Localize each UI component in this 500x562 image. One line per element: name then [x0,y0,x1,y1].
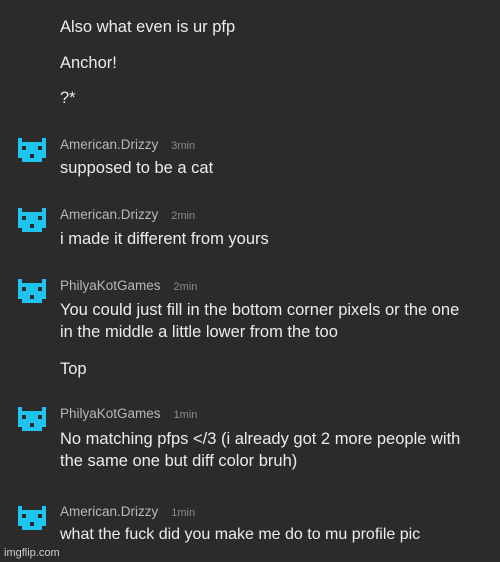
pixel-cat-icon [18,279,46,303]
message-header: American.Drizzy 2min [60,207,195,223]
message-text: Also what even is ur pfp [60,18,236,36]
message-text: No matching pfps </3 (i already got 2 mo… [60,430,461,470]
message-text: what the fuck did you make me do to mu p… [60,526,421,543]
username[interactable]: American.Drizzy [60,207,158,222]
message-text: Top [60,360,87,378]
username[interactable]: PhilyaKotGames [60,406,161,421]
timestamp: 1min [173,409,198,421]
message-header: American.Drizzy 1min [60,504,195,520]
message-text: supposed to be a cat [60,159,214,177]
message-header: American.Drizzy 3min [60,137,195,153]
message-header: PhilyaKotGames 1min [60,406,197,422]
avatar[interactable] [18,405,46,433]
timestamp: 2min [171,210,196,222]
username[interactable]: American.Drizzy [60,137,158,152]
avatar[interactable] [18,136,46,164]
username[interactable]: American.Drizzy [60,504,158,519]
timestamp: 1min [171,507,196,519]
imgflip-watermark: imgflip.com [4,547,60,559]
avatar[interactable] [18,504,46,532]
pixel-cat-icon [18,138,46,162]
message-text: Anchor! [60,54,117,72]
pixel-cat-icon [18,407,46,431]
avatar[interactable] [18,206,46,234]
timestamp: 3min [171,140,196,152]
avatar[interactable] [18,277,46,305]
username[interactable]: PhilyaKotGames [60,278,161,293]
timestamp: 2min [173,281,198,293]
pixel-cat-icon [18,506,46,530]
message-text: ?* [60,89,76,107]
message-text: i made it different from yours [60,230,269,248]
chat-log: Also what even is ur pfp Anchor! ?* Amer… [0,0,500,562]
message-text: You could just fill in the bottom corner… [60,301,460,341]
pixel-cat-icon [18,208,46,232]
message-header: PhilyaKotGames 2min [60,278,197,294]
